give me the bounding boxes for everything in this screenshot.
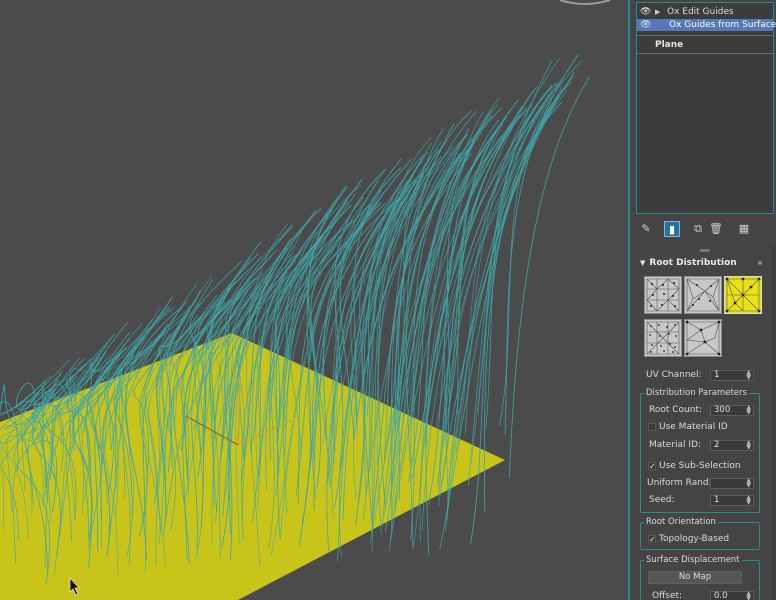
distribution-vertex-based-button[interactable] — [684, 319, 722, 357]
panel-scrollbar[interactable] — [772, 246, 775, 600]
modifier-stack[interactable]: 👁 ▶ Ox Edit Guides 👁 Ox Guides from Surf… — [636, 2, 776, 214]
grid-points-icon — [646, 278, 680, 312]
seed-spinner[interactable]: 1 ▲ ▼ — [710, 495, 754, 506]
rollout-title-text: Root Distribution — [649, 258, 737, 268]
stack-item-ox-guides-from-surface[interactable]: 👁 Ox Guides from Surface — [637, 19, 776, 31]
rollout-header-root-distribution[interactable]: ▼ Root Distribution — [640, 258, 737, 268]
stack-item-label: Ox Guides from Surface — [669, 20, 776, 30]
viewcube-ring[interactable] — [559, 0, 611, 5]
sparse-vertex-icon — [685, 320, 721, 356]
hair-guide-strand — [504, 54, 579, 435]
visibility-eye-icon[interactable]: 👁 — [640, 21, 651, 30]
expand-triangle-icon[interactable]: ▶ — [655, 6, 660, 18]
collapse-arrow-icon: ▼ — [640, 259, 646, 267]
spinner-arrows-icon[interactable]: ▲ ▼ — [746, 495, 751, 506]
visibility-eye-icon[interactable]: 👁 — [640, 8, 651, 17]
make-unique-icon[interactable]: ⧉ — [690, 221, 706, 237]
offset-value: 0.0 — [714, 591, 728, 600]
distribution-per-vertex-button[interactable] — [724, 276, 762, 314]
svg-text:z: z — [236, 376, 240, 384]
root-orientation-title: Root Orientation — [644, 517, 718, 527]
use-sub-selection-label: Use Sub-Selection — [659, 461, 741, 471]
show-end-result-icon[interactable]: ▮ — [664, 221, 680, 237]
stack-divider — [637, 53, 773, 54]
uv-channel-value: 1 — [714, 370, 720, 380]
uv-channel-label: UV Channel: — [646, 370, 702, 380]
uniform-rand-label: Uniform Rand.: — [647, 478, 715, 488]
material-id-spinner[interactable]: 2 ▲ ▼ — [710, 440, 754, 451]
configure-modifier-sets-icon[interactable]: ▦ — [736, 221, 752, 237]
svg-text:y: y — [292, 414, 296, 422]
distribution-per-triangle-button[interactable] — [684, 276, 722, 314]
triangle-mesh-icon — [686, 278, 720, 312]
spinner-arrows-icon[interactable]: ▲ ▼ — [746, 405, 751, 416]
spinner-arrows-icon[interactable]: ▲ ▼ — [746, 591, 751, 600]
hair-guide-strand — [477, 86, 563, 415]
even-points-icon — [646, 321, 680, 355]
root-count-spinner[interactable]: 300 ▲ ▼ — [710, 405, 754, 416]
stack-divider — [637, 35, 773, 36]
offset-spinner[interactable]: 0.0 ▲ ▼ — [710, 591, 754, 600]
stack-toolbar: ✎ ▮ ⧉ 🗑 ▦ — [636, 219, 774, 239]
spinner-arrows-icon[interactable]: ▲ ▼ — [746, 478, 751, 489]
distribution-random-uniform-button[interactable] — [644, 276, 682, 314]
stack-item-ox-edit-guides[interactable]: 👁 ▶ Ox Edit Guides — [637, 6, 773, 18]
rollout-dot-icon — [758, 261, 762, 265]
use-sub-selection-checkbox[interactable]: ✓ — [648, 462, 656, 471]
distribution-even-button[interactable] — [644, 319, 682, 357]
displacement-map-button[interactable]: No Map — [648, 571, 742, 584]
material-id-value: 2 — [714, 440, 720, 450]
spinner-arrows-icon[interactable]: ▲ ▼ — [746, 370, 751, 381]
stack-base-object-plane[interactable]: Plane — [655, 40, 683, 50]
seed-label: Seed: — [649, 495, 675, 505]
offset-label: Offset: — [652, 591, 683, 600]
use-material-id-label: Use Material ID — [659, 422, 728, 432]
seed-value: 1 — [714, 495, 720, 505]
perspective-viewport[interactable]: z x y — [0, 0, 628, 600]
vertex-mesh-icon — [725, 277, 761, 313]
distribution-parameters-title: Distribution Parameters — [644, 388, 749, 398]
hair-guide-strand — [483, 80, 573, 512]
viewport-scene: z x y — [0, 0, 611, 600]
svg-text:x: x — [181, 412, 185, 420]
spinner-arrows-icon[interactable]: ▲ ▼ — [746, 440, 751, 451]
topology-based-label: Topology-Based — [659, 534, 730, 544]
root-count-label: Root Count: — [649, 405, 703, 415]
remove-modifier-icon[interactable]: 🗑 — [708, 221, 724, 237]
uniform-rand-spinner[interactable]: ▲ ▼ — [710, 478, 754, 489]
rollout-grip[interactable] — [700, 249, 710, 252]
material-id-label: Material ID: — [649, 440, 702, 450]
command-panel-modify: 👁 ▶ Ox Edit Guides 👁 Ox Guides from Surf… — [628, 0, 776, 600]
topology-based-checkbox[interactable]: ✓ — [648, 535, 656, 544]
use-material-id-checkbox[interactable] — [648, 423, 656, 431]
root-count-value: 300 — [714, 405, 731, 415]
pin-stack-icon[interactable]: ✎ — [638, 221, 654, 237]
uv-channel-spinner[interactable]: 1 ▲ ▼ — [710, 370, 754, 381]
stack-item-label: Ox Edit Guides — [667, 7, 734, 17]
surface-displacement-title: Surface Displacement — [644, 555, 742, 565]
